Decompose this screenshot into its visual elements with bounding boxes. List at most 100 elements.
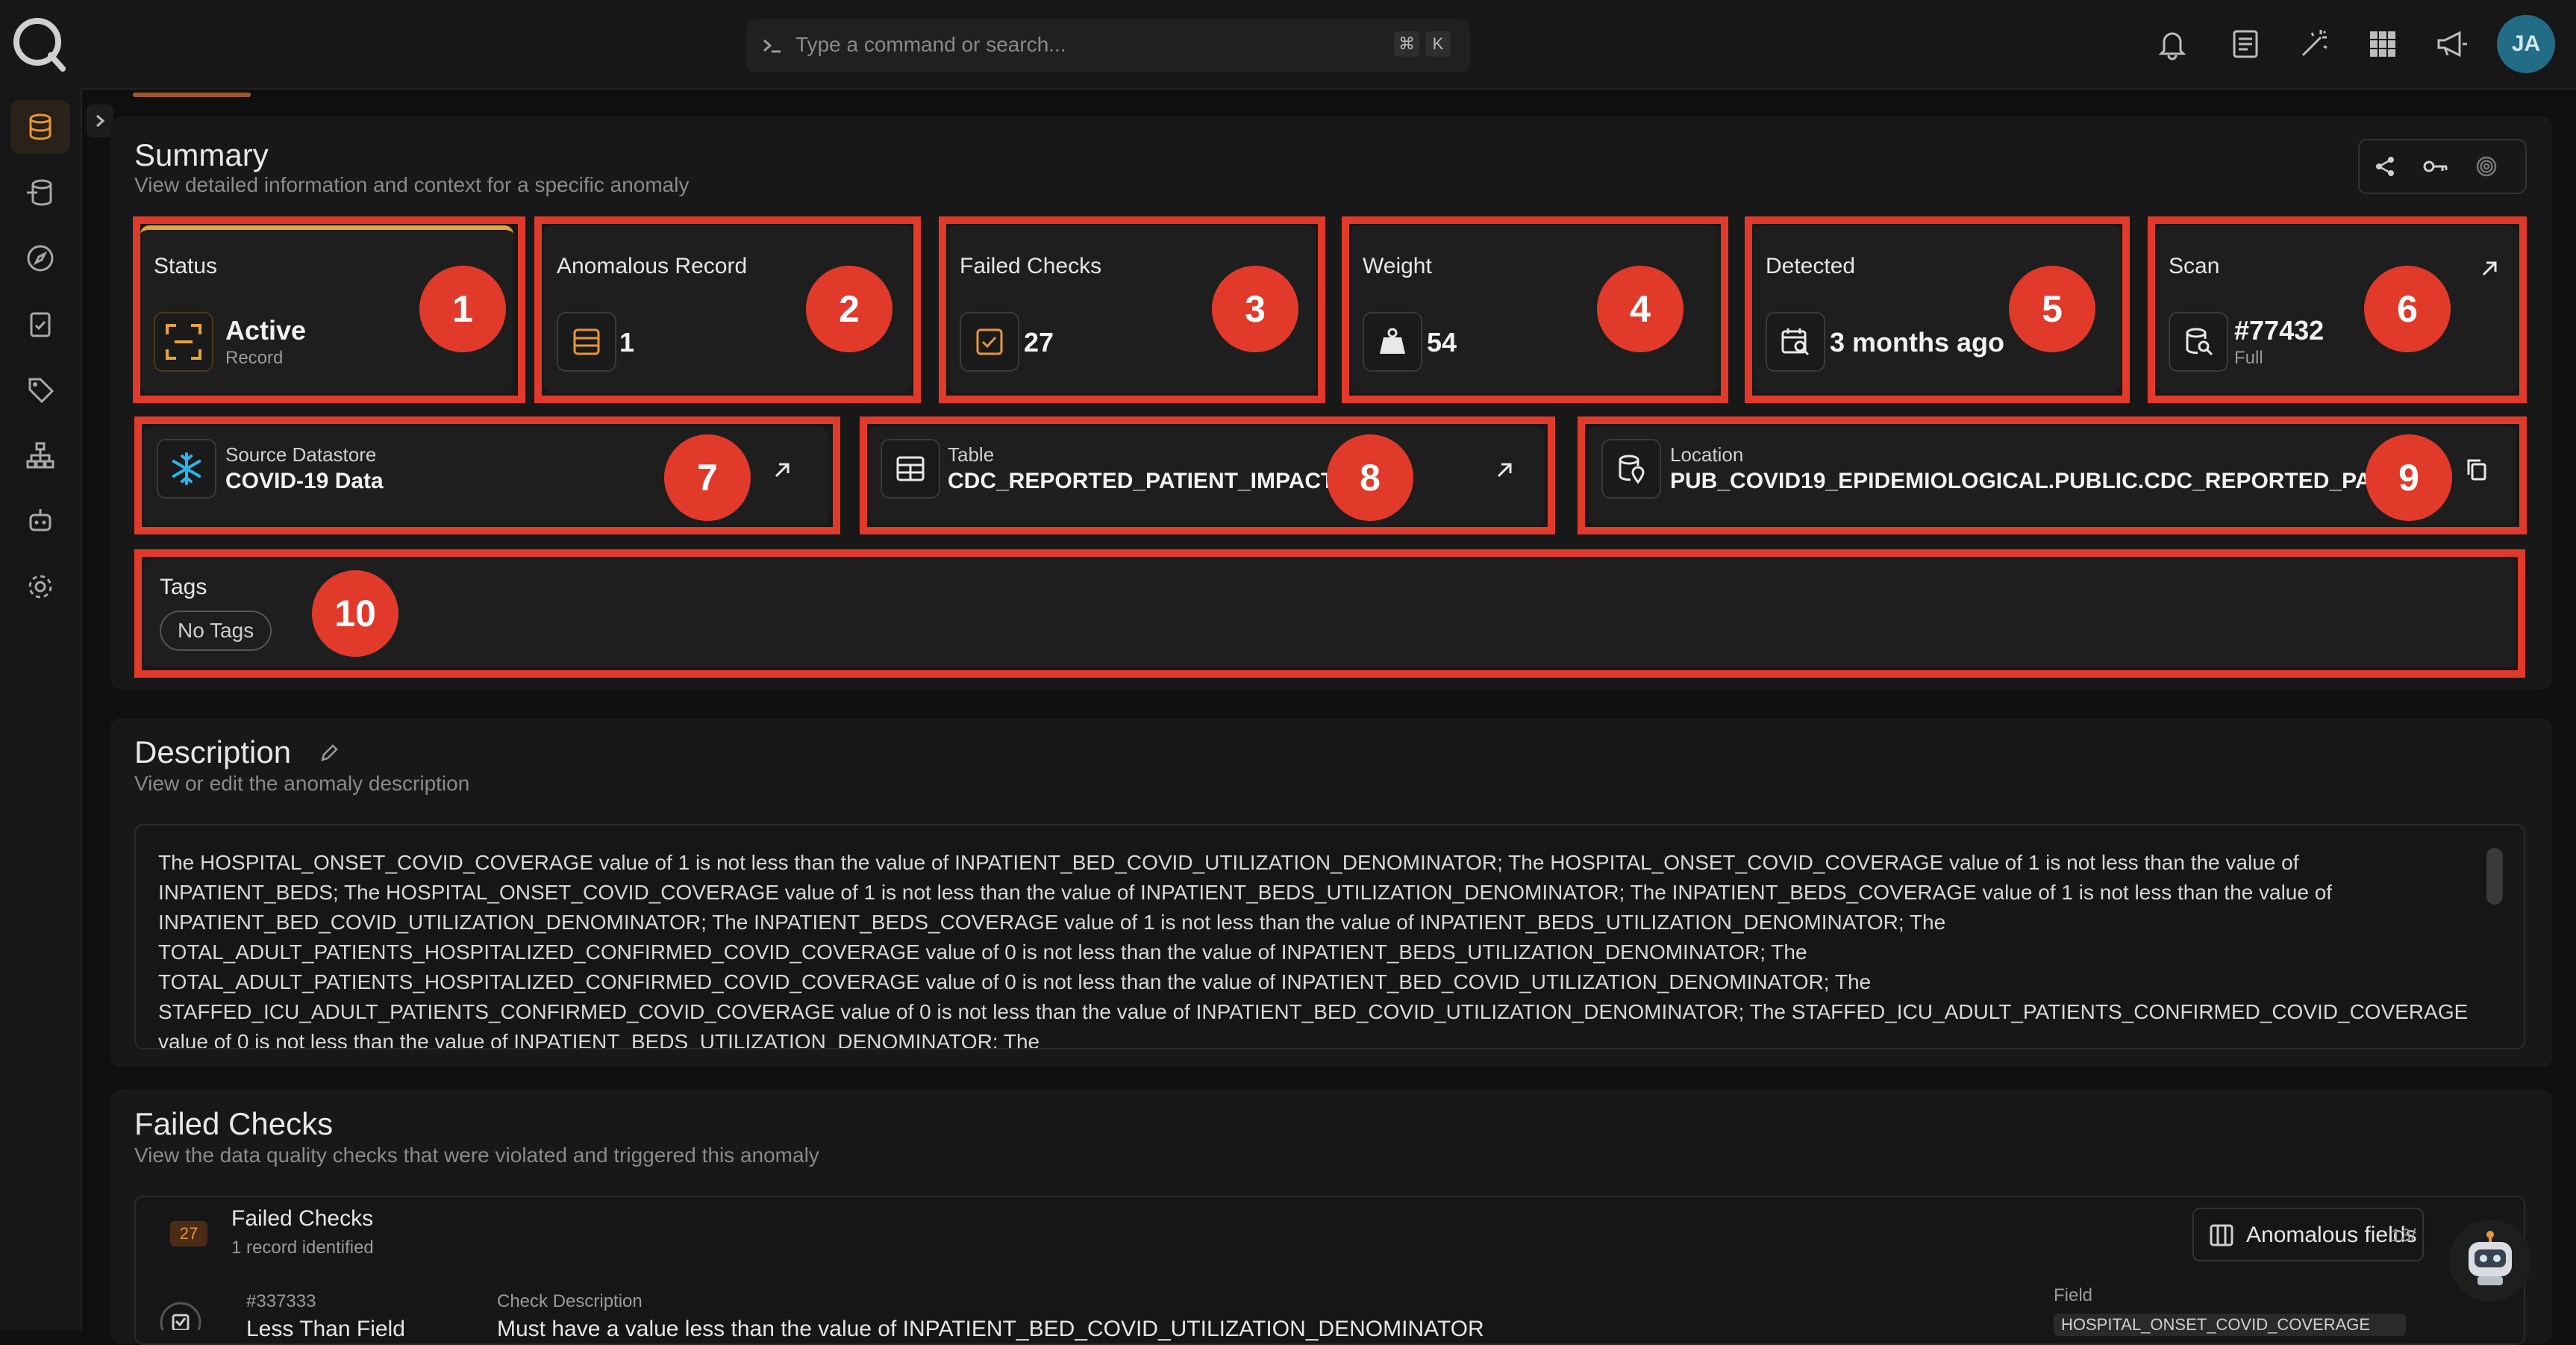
scan-value: #77432: [2234, 315, 2325, 346]
anomalous-fields-button[interactable]: Anomalous fields 13/: [2192, 1208, 2424, 1261]
failed-checks-subtitle: View the data quality checks that were v…: [134, 1143, 819, 1167]
key-button[interactable]: [2412, 142, 2460, 191]
share-icon: [2376, 157, 2394, 176]
sidebar-item-explore[interactable]: [10, 231, 70, 285]
badge-3: 3: [1212, 266, 1298, 352]
sidebar-item-agents[interactable]: [10, 494, 70, 548]
calendar-search-icon: [1781, 328, 1810, 356]
no-tags-pill[interactable]: No Tags: [160, 611, 272, 651]
check-name[interactable]: Less Than Field: [246, 1317, 405, 1342]
badge-5: 5: [2009, 266, 2095, 352]
datastore-value[interactable]: COVID-19 Data: [225, 469, 384, 494]
scan-frame-icon: [166, 324, 201, 360]
status-label: Status: [154, 254, 218, 278]
weight-value: 54: [1427, 327, 1457, 358]
terminal-prompt-icon: [763, 39, 781, 53]
tag-icon: [28, 378, 54, 404]
badge-4: 4: [1597, 266, 1684, 352]
weight-icon: [1380, 328, 1405, 354]
snowflake-icon: [172, 452, 201, 485]
fingerprint-button[interactable]: [2463, 142, 2510, 191]
datastore-icon-box: [157, 439, 216, 499]
sidebar-item-enrichment[interactable]: [10, 166, 70, 219]
scan-icon-box: [2169, 312, 2228, 372]
description-title: Description: [134, 734, 292, 770]
command-placeholder: Type a command or search...: [795, 33, 1066, 56]
anomalous-fields-count: 13/: [2391, 1226, 2416, 1246]
command-search-bar[interactable]: Type a command or search... ⌘ K: [746, 19, 1470, 72]
record-list-icon: [573, 328, 600, 355]
open-datastore-arrow-icon[interactable]: [770, 458, 794, 482]
failed-checks-count-badge: 27: [170, 1221, 207, 1246]
bell-icon[interactable]: [2155, 27, 2189, 61]
compass-icon: [27, 245, 54, 272]
description-scrollbar[interactable]: [2486, 848, 2503, 905]
cmd-key: ⌘: [1394, 31, 1419, 57]
sidebar-item-flows[interactable]: [10, 428, 70, 482]
failed-checks-box-title: Failed Checks: [231, 1206, 374, 1231]
sidebar-item-settings[interactable]: [10, 560, 70, 614]
field-label: Field: [2054, 1285, 2093, 1305]
description-subtitle: View or edit the anomaly description: [134, 772, 470, 795]
assistant-bot-button[interactable]: [2449, 1220, 2531, 1302]
robot-icon: [29, 509, 51, 531]
weight-icon-box: [1363, 312, 1422, 372]
sidebar-expand-button[interactable]: [87, 104, 113, 137]
apps-grid-icon[interactable]: [2366, 27, 2400, 61]
datastore-label: Source Datastore: [225, 443, 377, 466]
weight-label: Weight: [1363, 254, 1432, 278]
user-avatar[interactable]: JA: [2497, 15, 2555, 73]
table-value[interactable]: CDC_REPORTED_PATIENT_IMPACT: [948, 469, 1334, 494]
bot-icon: [2469, 1231, 2512, 1285]
scan-sub: Full: [2234, 348, 2263, 368]
failed-checks-value: 27: [1024, 327, 1054, 358]
k-key: K: [1425, 31, 1451, 57]
failed-checks-icon-box: [960, 312, 1019, 372]
megaphone-icon[interactable]: [2434, 27, 2469, 61]
highlight-box-10: [134, 549, 2525, 678]
sidebar: [0, 88, 82, 1330]
document-list-icon[interactable]: [2228, 27, 2263, 61]
database-arrow-icon: [27, 179, 52, 206]
sidebar-item-datastores[interactable]: [10, 100, 70, 154]
checkbox-pen-icon: [976, 328, 1003, 355]
sidebar-item-tags[interactable]: [10, 363, 70, 416]
check-desc-value: Must have a value less than the value of…: [497, 1317, 1484, 1341]
scan-label: Scan: [2169, 254, 2220, 278]
magic-wand-icon[interactable]: [2297, 27, 2331, 61]
summary-title: Summary: [134, 137, 269, 172]
table-icon: [896, 456, 925, 481]
active-tab-indicator: [133, 93, 251, 97]
open-scan-arrow-icon[interactable]: [2477, 257, 2501, 281]
failed-checks-label: Failed Checks: [960, 254, 1102, 278]
badge-8: 8: [1327, 434, 1413, 521]
summary-subtitle: View detailed information and context fo…: [134, 173, 690, 196]
status-sub: Record: [225, 348, 284, 368]
tags-label: Tags: [160, 575, 207, 599]
top-bar: Type a command or search... ⌘ K JA: [0, 0, 2576, 90]
clipboard-check-icon: [30, 312, 51, 337]
anomalous-record-label: Anomalous Record: [557, 254, 748, 278]
check-desc-label: Check Description: [497, 1291, 643, 1311]
app-logo-icon[interactable]: [10, 15, 67, 72]
chevron-right-icon: [96, 114, 105, 128]
sidebar-item-checks[interactable]: [10, 297, 70, 351]
description-text-box[interactable]: The HOSPITAL_ONSET_COVID_COVERAGE value …: [134, 824, 2525, 1049]
open-table-arrow-icon[interactable]: [1492, 458, 1516, 482]
edit-pencil-icon[interactable]: [318, 742, 340, 764]
columns-icon: [2210, 1224, 2233, 1246]
highlight-box-9: [1578, 416, 2527, 534]
field-value-chip: HOSPITAL_ONSET_COVID_COVERAGE: [2054, 1314, 2406, 1336]
failed-checks-box-sub: 1 record identified: [231, 1238, 374, 1258]
badge-7: 7: [664, 434, 751, 521]
database-icon: [29, 113, 51, 140]
share-button[interactable]: [2361, 142, 2409, 191]
table-icon-box: [881, 439, 940, 499]
detected-icon-box: [1766, 312, 1825, 372]
badge-1: 1: [419, 266, 506, 352]
record-icon-box: [557, 312, 616, 372]
badge-6: 6: [2364, 266, 2451, 352]
detected-value: 3 months ago: [1830, 327, 2005, 358]
status-value: Active: [225, 315, 307, 346]
status-icon-box: [154, 312, 213, 372]
